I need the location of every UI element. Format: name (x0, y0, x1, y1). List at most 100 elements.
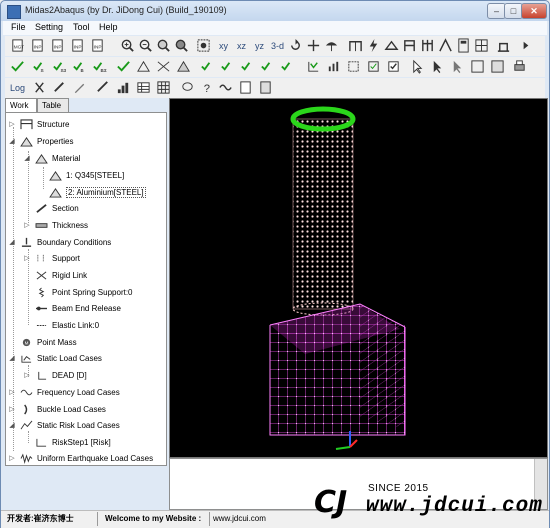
checkbox-tool-icon[interactable] (385, 58, 402, 75)
svg-text:M: M (24, 340, 28, 345)
tree-node-static-load[interactable]: ◢ Static Load Cases (8, 351, 102, 365)
ruler-icon[interactable] (95, 79, 112, 96)
tree-node-boundary[interactable]: ◢ Boundary Conditions (8, 235, 111, 249)
load-display-icon[interactable] (305, 58, 322, 75)
tree-node-buckle-load[interactable]: ▷ Buckle Load Cases (8, 402, 106, 416)
view-yz-button[interactable]: yz (251, 37, 268, 54)
umbrella-icon[interactable] (323, 37, 340, 54)
element-cable-icon[interactable] (155, 58, 172, 75)
view-3d-button[interactable]: 3-d (269, 37, 286, 54)
element-shell-icon[interactable] (175, 58, 192, 75)
log-button[interactable]: Log (9, 79, 26, 96)
edit-icon[interactable] (71, 79, 88, 96)
gate-icon[interactable] (401, 37, 418, 54)
help-icon[interactable]: ? (199, 79, 216, 96)
zoom-in-icon[interactable] (119, 37, 136, 54)
check-solid-icon[interactable] (219, 58, 236, 75)
tree-node-point-mass[interactable]: M Point Mass (19, 335, 77, 349)
zoom-fit-icon[interactable] (173, 37, 190, 54)
histogram-icon[interactable] (115, 79, 132, 96)
check-b3-icon[interactable]: B (71, 58, 88, 75)
tree-node-section[interactable]: Section (34, 201, 79, 215)
table-icon[interactable] (135, 79, 152, 96)
cut-icon[interactable] (31, 79, 48, 96)
doc-icon[interactable] (237, 79, 254, 96)
export-inp-icon[interactable]: INP (69, 37, 86, 54)
check-s3-icon[interactable]: S3 (51, 58, 68, 75)
check-spring-icon[interactable] (239, 58, 256, 75)
tree-node-rigid-link[interactable]: Rigid Link (34, 268, 87, 282)
element-beam-icon[interactable] (115, 58, 132, 75)
tree-node-material-2[interactable]: 2: Aluminium[STEEL] (48, 185, 146, 199)
view-xz-button[interactable]: xz (233, 37, 250, 54)
open-mgt-icon[interactable]: INP (29, 37, 46, 54)
zoom-out-icon[interactable] (137, 37, 154, 54)
tree-node-structure[interactable]: ▷ Structure (8, 117, 69, 131)
tree-node-static-risk[interactable]: ◢ Static Risk Load Cases (8, 418, 120, 432)
tower-icon[interactable] (419, 37, 436, 54)
tree-node-elastic-link[interactable]: Elastic Link:0 (34, 318, 99, 332)
tree-node-frequency-load[interactable]: ▷ Frequency Load Cases (8, 385, 119, 399)
tree-node-point-spring[interactable]: Point Spring Support:0 (34, 285, 133, 299)
side-tabs: Work Table (5, 98, 165, 113)
plate-icon[interactable] (383, 37, 400, 54)
menu-help[interactable]: Help (99, 22, 118, 32)
check-mass-icon[interactable] (279, 58, 296, 75)
bolt-icon[interactable] (365, 37, 382, 54)
tree-node-beam-end[interactable]: Beam End Release (34, 301, 121, 315)
tree-node-risk-step[interactable]: RiskStep1 [Risk] (34, 435, 111, 449)
select-element-icon[interactable] (449, 58, 466, 75)
rotate-icon[interactable] (287, 37, 304, 54)
check-s2-icon[interactable]: S (31, 58, 48, 75)
menu-file[interactable]: File (11, 22, 26, 32)
website-link[interactable]: www.jdcui.com (213, 513, 266, 525)
lasso-icon[interactable] (179, 79, 196, 96)
mesh-tool-icon[interactable] (437, 37, 454, 54)
menu-setting[interactable]: Setting (35, 22, 63, 32)
fit-view-icon[interactable] (195, 37, 212, 54)
tab-work[interactable]: Work (5, 98, 37, 113)
calculator-icon[interactable] (455, 37, 472, 54)
node-grid-icon[interactable] (473, 37, 490, 54)
new-file-icon[interactable]: MGT (9, 37, 26, 54)
support-icon (34, 252, 48, 264)
move-icon[interactable] (345, 58, 362, 75)
tree-node-properties[interactable]: ◢ Properties (8, 134, 73, 148)
tree-node-support[interactable]: ▷ Support (23, 251, 80, 265)
save-inp-icon[interactable]: INP (49, 37, 66, 54)
tree-node-dead-load[interactable]: ▷ DEAD [D] (23, 368, 86, 382)
pan-icon[interactable] (305, 37, 322, 54)
select-all-icon[interactable] (469, 58, 486, 75)
tab-table[interactable]: Table (37, 98, 69, 112)
pointer-icon[interactable] (409, 58, 426, 75)
note-icon[interactable] (51, 79, 68, 96)
build-icon[interactable] (495, 37, 512, 54)
select-node-icon[interactable] (429, 58, 446, 75)
tree-node-material[interactable]: ◢ Material (23, 151, 80, 165)
select-box-icon[interactable] (489, 58, 506, 75)
model-tree: ▷ Structure ◢ Properties ◢ Material 1: Q… (5, 112, 167, 466)
check-link-icon[interactable] (259, 58, 276, 75)
tree-node-uniform-eq[interactable]: ▷ Uniform Earthquake Load Cases (8, 451, 153, 465)
element-truss-icon[interactable] (135, 58, 152, 75)
check-shell-icon[interactable] (199, 58, 216, 75)
chart-icon[interactable] (325, 58, 342, 75)
view-xy-button[interactable]: xy (215, 37, 232, 54)
tree-node-thickness[interactable]: ▷ Thickness (23, 218, 88, 232)
model-viewport[interactable] (169, 98, 548, 458)
check-model-icon[interactable] (9, 58, 26, 75)
report-icon[interactable] (257, 79, 274, 96)
printer-icon[interactable] (511, 58, 528, 75)
check-b31-icon[interactable]: B31 (91, 58, 108, 75)
toolbar-more-icon[interactable] (517, 37, 534, 54)
select-window-icon[interactable] (365, 58, 382, 75)
import-icon[interactable]: INP (89, 37, 106, 54)
grid-icon[interactable] (155, 79, 172, 96)
zoom-window-icon[interactable] (155, 37, 172, 54)
svg-text:INP: INP (74, 44, 82, 49)
close-button[interactable]: ✕ (521, 3, 547, 19)
menu-tool[interactable]: Tool (73, 22, 90, 32)
wave-icon[interactable] (217, 79, 234, 96)
frame-icon[interactable] (347, 37, 364, 54)
tree-node-material-1[interactable]: 1: Q345[STEEL] (48, 168, 124, 182)
